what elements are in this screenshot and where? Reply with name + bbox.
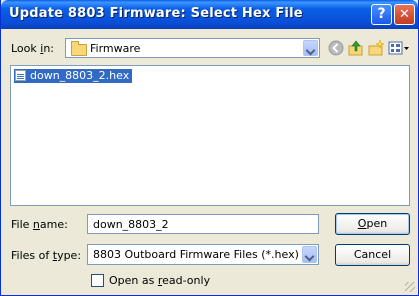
file-type-label: Files of type: xyxy=(11,249,82,262)
list-item[interactable]: down_8803_2.hex xyxy=(14,69,133,83)
chevron-down-icon[interactable] xyxy=(302,246,317,263)
back-arrow-icon[interactable] xyxy=(327,39,345,57)
close-button[interactable]: ✕ xyxy=(394,4,415,25)
folder-icon xyxy=(71,41,87,56)
help-button[interactable]: ? xyxy=(371,4,392,25)
chevron-down-icon[interactable] xyxy=(303,40,318,56)
look-in-combo[interactable]: Firmware xyxy=(65,38,320,58)
file-type-select[interactable]: 8803 Outboard Firmware Files (*.hex) xyxy=(87,244,319,265)
read-only-checkbox[interactable] xyxy=(91,274,104,287)
resize-grip[interactable] xyxy=(405,282,415,292)
open-button[interactable]: Open xyxy=(335,213,410,235)
file-list[interactable]: down_8803_2.hex xyxy=(10,65,410,206)
new-folder-icon[interactable] xyxy=(367,39,385,57)
cancel-button[interactable]: Cancel xyxy=(335,244,410,266)
file-dialog-window: Update 8803 Firmware: Select Hex File ? … xyxy=(0,0,419,296)
file-name-input[interactable]: down_8803_2 xyxy=(87,214,319,234)
up-folder-icon[interactable] xyxy=(347,39,365,57)
title-bar[interactable]: Update 8803 Firmware: Select Hex File ? … xyxy=(1,0,418,29)
hex-file-icon xyxy=(15,70,26,81)
file-name-label: File name: xyxy=(11,218,68,231)
look-in-value: Firmware xyxy=(90,42,141,55)
file-type-value: 8803 Outboard Firmware Files (*.hex) xyxy=(93,248,299,261)
window-title: Update 8803 Firmware: Select Hex File xyxy=(9,6,303,21)
view-menu-icon[interactable] xyxy=(388,39,410,57)
read-only-label[interactable]: Open as read-only xyxy=(109,274,210,287)
look-in-label: Look in: xyxy=(11,42,55,55)
file-item-label: down_8803_2.hex xyxy=(30,69,130,82)
